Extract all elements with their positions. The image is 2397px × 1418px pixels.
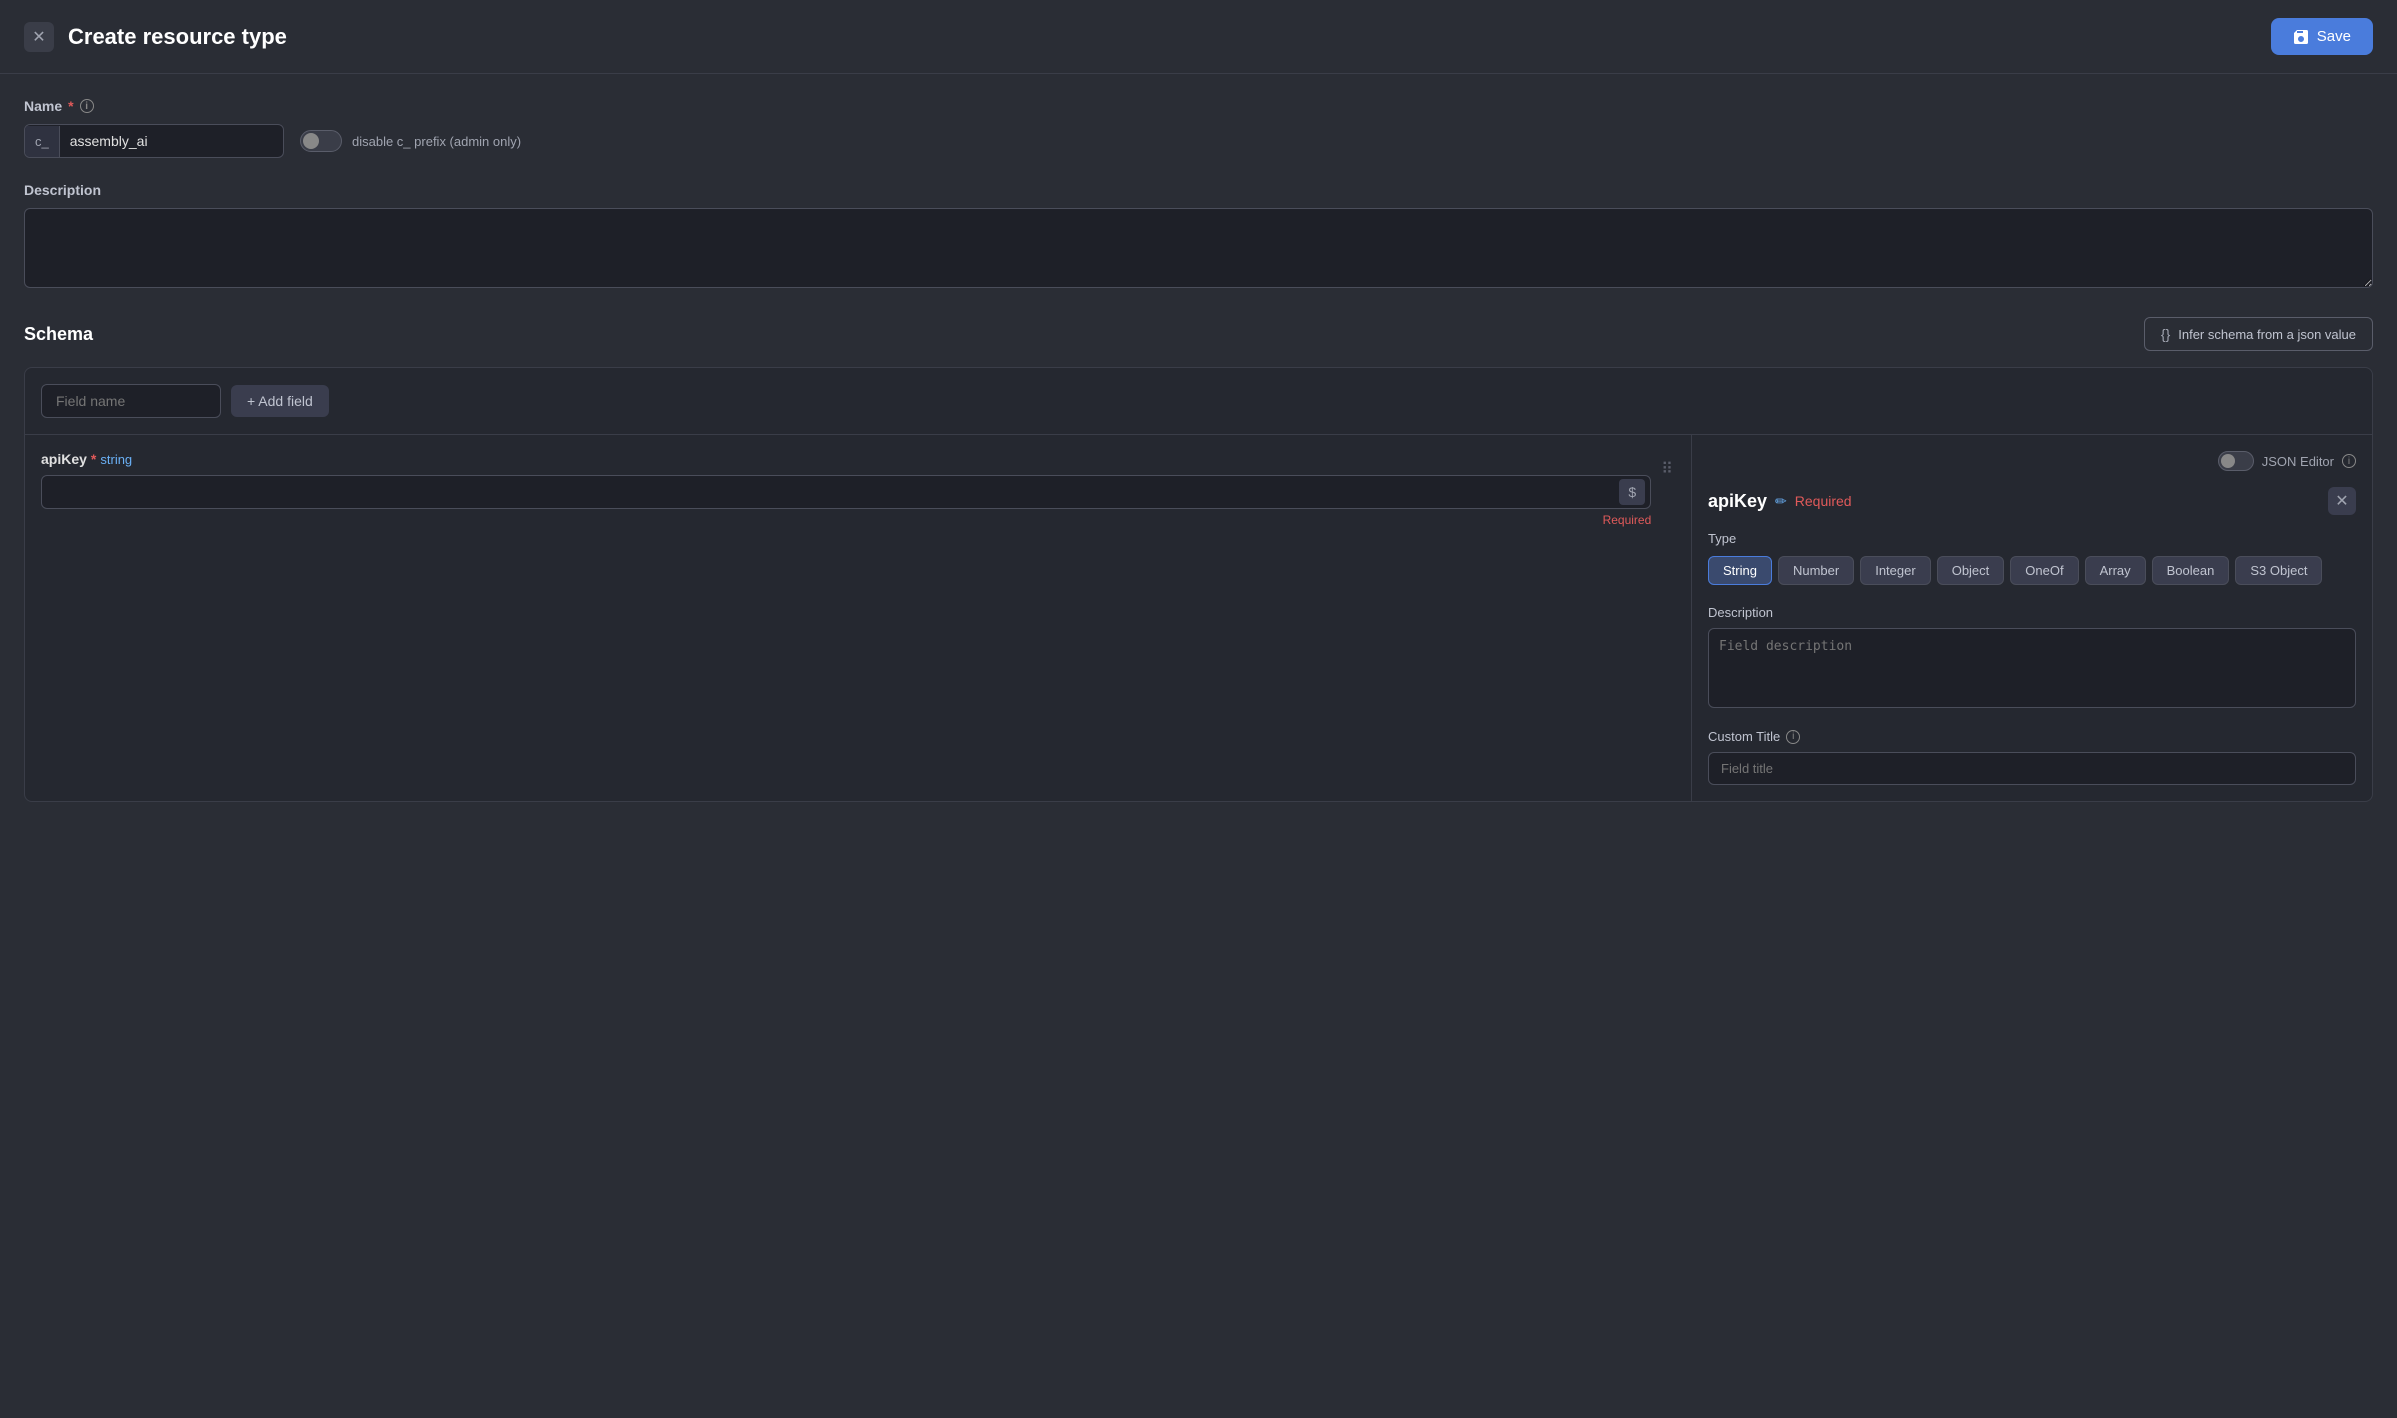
description-label: Description [24, 182, 2373, 198]
field-edit-button[interactable]: ✏ [1775, 493, 1787, 510]
drag-handle-icon[interactable]: ⠿ [1659, 453, 1675, 485]
schema-header: Schema {} Infer schema from a json value [24, 317, 2373, 351]
name-field-label: Name * i [24, 98, 2373, 114]
toggle-label: disable c_ prefix (admin only) [352, 134, 521, 149]
field-header-left: apiKey ✏ Required [1708, 491, 1852, 512]
json-editor-info-icon: i [2342, 454, 2356, 468]
schema-title: Schema [24, 324, 93, 345]
field-required-badge: Required [1795, 493, 1852, 509]
type-label: Type [1708, 531, 2356, 546]
name-input[interactable] [60, 125, 283, 157]
add-field-label: + Add field [247, 393, 313, 409]
field-name-input[interactable] [41, 384, 221, 418]
schema-right-panel: JSON Editor i apiKey ✏ Required ✕ Type [1692, 435, 2372, 801]
save-button[interactable]: Save [2271, 18, 2373, 55]
field-value-input[interactable] [41, 475, 1651, 509]
json-braces-icon: {} [2161, 326, 2170, 342]
schema-body: + Add field apiKey * string [24, 367, 2373, 802]
type-btn-s3object[interactable]: S3 Object [2235, 556, 2322, 585]
description-textarea[interactable] [24, 208, 2373, 288]
type-btn-number[interactable]: Number [1778, 556, 1854, 585]
field-api-key-name: apiKey [41, 451, 87, 467]
field-type-badge: string [100, 452, 132, 467]
modal-header: ✕ Create resource type Save [0, 0, 2397, 74]
field-editor-header: apiKey ✏ Required ✕ [1708, 487, 2356, 515]
header-left: ✕ Create resource type [24, 22, 287, 52]
add-field-row: + Add field [25, 368, 2372, 435]
json-editor-row: JSON Editor i [1708, 451, 2356, 471]
custom-title-label: Custom Title i [1708, 729, 2356, 744]
toggle-wrapper: disable c_ prefix (admin only) [300, 130, 521, 152]
right-description-textarea[interactable] [1708, 628, 2356, 708]
add-field-button[interactable]: + Add field [231, 385, 329, 417]
table-row: apiKey * string $ Required ⠿ [41, 451, 1675, 527]
prefix-toggle[interactable] [300, 130, 342, 152]
field-dollar-button[interactable]: $ [1619, 479, 1645, 505]
type-btn-integer[interactable]: Integer [1860, 556, 1930, 585]
toggle-knob [303, 133, 319, 149]
schema-split: apiKey * string $ Required ⠿ [25, 435, 2372, 801]
modal-title: Create resource type [68, 24, 287, 50]
type-buttons-group: String Number Integer Object OneOf Array… [1708, 556, 2356, 585]
right-description-label: Description [1708, 605, 2356, 620]
json-editor-label: JSON Editor [2262, 454, 2334, 469]
field-title-input[interactable] [1708, 752, 2356, 785]
close-button[interactable]: ✕ [24, 22, 54, 52]
name-prefix: c_ [25, 126, 60, 157]
field-editor-name: apiKey [1708, 491, 1767, 512]
custom-title-info-icon: i [1786, 730, 1800, 744]
infer-btn-label: Infer schema from a json value [2178, 327, 2356, 342]
description-section: Description [24, 182, 2373, 293]
modal-body: Name * i c_ disable c_ prefix (admin onl… [0, 74, 2397, 802]
schema-left-panel: apiKey * string $ Required ⠿ [25, 435, 1692, 801]
type-btn-string[interactable]: String [1708, 556, 1772, 585]
name-info-icon: i [80, 99, 94, 113]
type-btn-boolean[interactable]: Boolean [2152, 556, 2230, 585]
field-name-label: apiKey * string [41, 451, 1651, 467]
type-btn-array[interactable]: Array [2085, 556, 2146, 585]
save-icon [2293, 29, 2309, 45]
name-row: c_ disable c_ prefix (admin only) [24, 124, 2373, 158]
field-required-star: * [91, 451, 96, 467]
name-required-star: * [68, 98, 73, 114]
type-btn-object[interactable]: Object [1937, 556, 2005, 585]
json-editor-toggle[interactable] [2218, 451, 2254, 471]
json-toggle-knob [2221, 454, 2235, 468]
field-input-wrapper: $ [41, 475, 1651, 509]
create-resource-modal: ✕ Create resource type Save Name * i c_ [0, 0, 2397, 1418]
name-input-wrapper: c_ [24, 124, 284, 158]
type-btn-oneof[interactable]: OneOf [2010, 556, 2078, 585]
field-close-button[interactable]: ✕ [2328, 487, 2356, 515]
field-required-text: Required [41, 513, 1651, 527]
infer-schema-button[interactable]: {} Infer schema from a json value [2144, 317, 2373, 351]
save-label: Save [2317, 28, 2351, 45]
field-info: apiKey * string $ Required [41, 451, 1651, 527]
